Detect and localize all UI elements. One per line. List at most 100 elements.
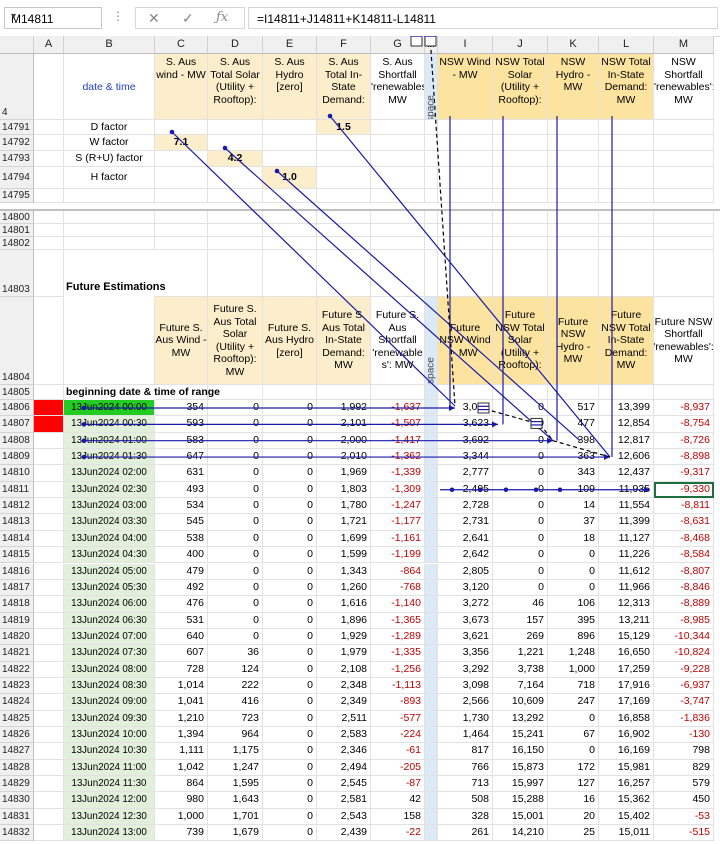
column-header-e[interactable]: E	[263, 36, 317, 54]
future-header-l[interactable]: Future NSW Total In-State Demand: MW	[599, 297, 654, 385]
value-f[interactable]: 2,000	[317, 432, 371, 450]
cell-empty[interactable]	[548, 250, 599, 297]
future-header-space[interactable]: space	[425, 297, 438, 385]
value-g[interactable]: -1,365	[371, 612, 425, 629]
row-header[interactable]: 14821	[0, 645, 34, 662]
value-i[interactable]: 261	[438, 825, 493, 842]
value-m[interactable]: 450	[654, 792, 714, 809]
cell-empty[interactable]	[371, 237, 425, 250]
value-l[interactable]: 12,817	[599, 432, 654, 450]
cell-empty[interactable]	[317, 167, 371, 189]
value-c[interactable]: 1,042	[155, 759, 208, 777]
cell-empty[interactable]	[654, 237, 714, 250]
column-header-i[interactable]: I	[438, 36, 493, 54]
datetime-cell[interactable]: 13Jun2024 04:00	[64, 530, 155, 548]
datetime-cell[interactable]: 13Jun2024 10:00	[64, 727, 155, 744]
value-m[interactable]: -9,228	[654, 661, 714, 678]
value-e[interactable]: 0	[263, 808, 317, 826]
cell-empty[interactable]	[155, 224, 208, 237]
value-l[interactable]: 16,169	[599, 743, 654, 760]
value-c[interactable]: 1,210	[155, 710, 208, 727]
value-g[interactable]: -224	[371, 727, 425, 744]
cell-empty[interactable]	[548, 224, 599, 237]
value-j[interactable]: 0	[493, 432, 548, 450]
value-d[interactable]: 1,247	[208, 759, 263, 777]
datetime-cell[interactable]: 13Jun2024 06:00	[64, 596, 155, 613]
column-header-b[interactable]: B	[64, 36, 155, 54]
cell-empty[interactable]	[34, 189, 64, 203]
cell-space[interactable]	[425, 743, 438, 760]
future-header-c[interactable]: Future S. Aus Wind - MW	[155, 297, 208, 385]
value-e[interactable]: 0	[263, 530, 317, 548]
value-l[interactable]: 11,399	[599, 514, 654, 531]
value-c[interactable]: 1,000	[155, 808, 208, 826]
cell-empty[interactable]	[493, 151, 548, 167]
value-e[interactable]: 0	[263, 612, 317, 629]
value-f[interactable]: 1,599	[317, 547, 371, 564]
value-k[interactable]: 172	[548, 759, 599, 777]
datetime-cell[interactable]: 13Jun2024 07:30	[64, 645, 155, 662]
factor-label[interactable]: S (R+U) factor	[64, 151, 155, 167]
value-e[interactable]: 0	[263, 465, 317, 482]
cell-space[interactable]	[425, 151, 438, 167]
value-k[interactable]: 0	[548, 579, 599, 597]
row-header[interactable]: 14810	[0, 465, 34, 482]
factor-label[interactable]: H factor	[64, 167, 155, 189]
datetime-cell[interactable]: 13Jun2024 11:30	[64, 776, 155, 793]
value-c[interactable]: 492	[155, 579, 208, 597]
cell-empty[interactable]	[208, 167, 263, 189]
value-g[interactable]: -1,177	[371, 514, 425, 531]
value-c[interactable]: 1,014	[155, 677, 208, 695]
value-c[interactable]: 583	[155, 432, 208, 450]
value-d[interactable]: 0	[208, 628, 263, 646]
value-e[interactable]: 0	[263, 400, 317, 417]
value-j[interactable]: 15,001	[493, 808, 548, 826]
row-header[interactable]: 14801	[0, 224, 34, 237]
future-header-j[interactable]: Future NSW Total Solar (Utility + Roofto…	[493, 297, 548, 385]
value-e[interactable]: 0	[263, 498, 317, 515]
value-g[interactable]: -1,199	[371, 547, 425, 564]
cell-empty[interactable]	[438, 135, 493, 151]
value-k[interactable]: 477	[548, 416, 599, 433]
header-date-time[interactable]: date & time	[64, 54, 155, 120]
value-j[interactable]: 14,210	[493, 825, 548, 842]
value-l[interactable]: 12,313	[599, 596, 654, 613]
row-header[interactable]: 14803	[0, 250, 34, 297]
row-header[interactable]: 14804	[0, 297, 34, 385]
value-m[interactable]: -9,330	[654, 481, 714, 499]
value-l[interactable]: 15,981	[599, 759, 654, 777]
value-i[interactable]: 3,045	[438, 400, 493, 417]
value-l[interactable]: 16,902	[599, 727, 654, 744]
value-d[interactable]: 1,701	[208, 808, 263, 826]
value-l[interactable]: 16,257	[599, 776, 654, 793]
datetime-cell[interactable]: 13Jun2024 08:30	[64, 677, 155, 695]
cell-empty[interactable]	[371, 151, 425, 167]
header-space[interactable]: space	[425, 54, 438, 120]
cell-a[interactable]	[34, 808, 64, 826]
value-d[interactable]: 0	[208, 563, 263, 580]
value-i[interactable]: 2,495	[438, 481, 493, 499]
value-j[interactable]: 269	[493, 628, 548, 646]
value-c[interactable]: 980	[155, 792, 208, 809]
value-f[interactable]: 2,511	[317, 710, 371, 727]
factor-label[interactable]: W factor	[64, 135, 155, 151]
cell-empty[interactable]	[654, 151, 714, 167]
value-g[interactable]: -22	[371, 825, 425, 842]
row-header[interactable]: 14805	[0, 385, 34, 400]
cell-empty[interactable]	[371, 385, 425, 400]
cell-empty[interactable]	[654, 135, 714, 151]
cell-empty[interactable]	[155, 151, 208, 167]
cell-empty[interactable]	[317, 189, 371, 203]
cell-empty[interactable]	[599, 167, 654, 189]
cell-space[interactable]	[425, 498, 438, 515]
value-i[interactable]: 2,728	[438, 498, 493, 515]
value-d[interactable]: 36	[208, 645, 263, 662]
value-j[interactable]: 15,241	[493, 727, 548, 744]
value-e[interactable]: 0	[263, 727, 317, 744]
value-l[interactable]: 11,554	[599, 498, 654, 515]
future-header-f[interactable]: Future S. Aus Total In-State Demand: MW	[317, 297, 371, 385]
value-m[interactable]: -130	[654, 727, 714, 744]
value-j[interactable]: 0	[493, 416, 548, 433]
value-k[interactable]: 718	[548, 677, 599, 695]
cell-empty[interactable]	[371, 135, 425, 151]
